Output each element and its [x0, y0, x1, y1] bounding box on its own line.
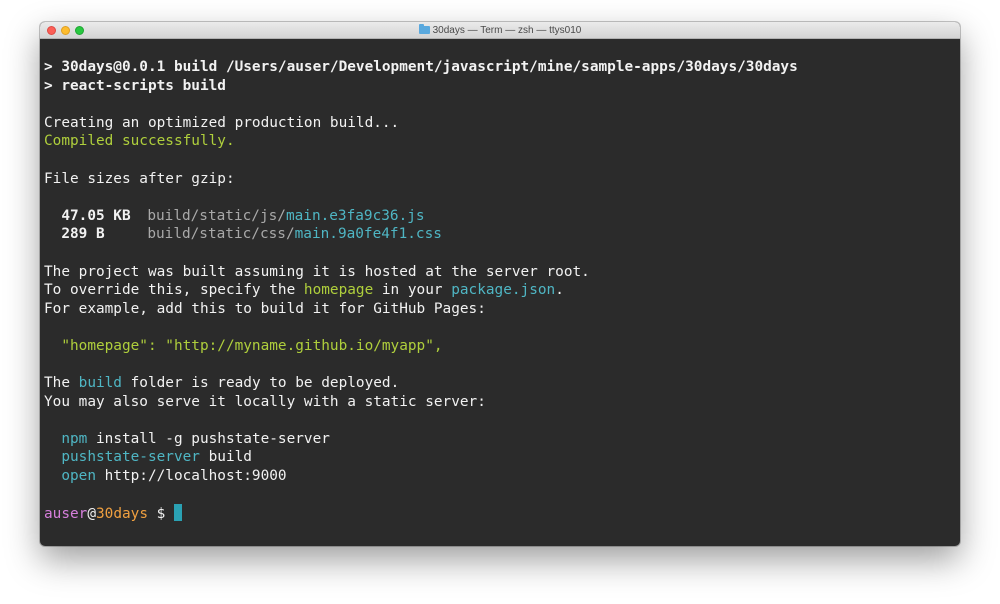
- shell-command: open: [61, 468, 96, 485]
- homepage-keyword: homepage: [303, 282, 374, 299]
- terminal-output[interactable]: > 30days@0.0.1 build /Users/auser/Develo…: [40, 39, 960, 523]
- shell-command-row: open http://localhost:9000: [44, 467, 960, 486]
- package-json-keyword: package.json: [451, 282, 556, 299]
- build-keyword: build: [78, 375, 122, 392]
- serve-line: You may also serve it locally with a sta…: [44, 393, 486, 410]
- example-line: For example, add this to build it for Gi…: [44, 300, 486, 317]
- window-title: 30days — Term — zsh — ttys010: [432, 25, 582, 36]
- file-dir: build/static/js/: [147, 207, 286, 224]
- prompt-symbol: $: [147, 506, 174, 523]
- file-size-row: 47.05 KB build/static/js/main.e3fa9c36.js: [44, 207, 960, 226]
- file-dir: build/static/css/: [147, 226, 295, 243]
- override-prefix: To override this, specify the: [44, 282, 304, 299]
- compiled-success-line: Compiled successfully.: [44, 133, 235, 150]
- title-bar[interactable]: 30days — Term — zsh — ttys010: [40, 22, 960, 39]
- shell-args: build: [199, 449, 252, 466]
- override-middle: in your: [373, 282, 452, 299]
- shell-args: install -g pushstate-server: [87, 430, 330, 447]
- json-separator: :: [147, 337, 166, 354]
- file-size-row: 289 B build/static/css/main.9a0fe4f1.css: [44, 225, 960, 244]
- terminal-window: 30days — Term — zsh — ttys010 > 30days@0…: [40, 22, 960, 546]
- shell-command-row: npm install -g pushstate-server: [44, 430, 960, 449]
- shell-prompt[interactable]: auser@30days $: [44, 504, 960, 523]
- prompt-at: @: [87, 506, 96, 523]
- override-suffix: .: [555, 282, 564, 299]
- file-name: main.9a0fe4f1.css: [294, 226, 442, 243]
- creating-build-line: Creating an optimized production build..…: [44, 114, 400, 131]
- homepage-json-line: "homepage": "http://myname.github.io/mya…: [44, 337, 960, 356]
- override-line: To override this, specify the homepage i…: [44, 281, 960, 300]
- shell-command-row: pushstate-server build: [44, 448, 960, 467]
- prompt-host: 30days: [96, 506, 148, 523]
- folder-icon: [418, 24, 430, 34]
- deploy-suffix: folder is ready to be deployed.: [121, 375, 400, 392]
- hosted-line: The project was built assuming it is hos…: [44, 263, 590, 280]
- file-size: 289 B: [61, 226, 105, 243]
- deploy-line: The build folder is ready to be deployed…: [44, 374, 960, 393]
- shell-command: pushstate-server: [61, 449, 200, 466]
- json-comma: ,: [433, 337, 443, 354]
- deploy-prefix: The: [44, 375, 79, 392]
- window-title-container: 30days — Term — zsh — ttys010: [40, 22, 960, 39]
- command-echo-line: > 30days@0.0.1 build /Users/auser/Develo…: [44, 59, 798, 75]
- file-name: main.e3fa9c36.js: [285, 207, 425, 224]
- json-key: "homepage": [61, 337, 148, 354]
- command-echo-line: > react-scripts build: [44, 77, 226, 94]
- shell-args: http://localhost:9000: [95, 468, 287, 485]
- json-value: "http://myname.github.io/myapp": [165, 337, 434, 354]
- shell-command: npm: [61, 430, 88, 447]
- file-size: 47.05 KB: [61, 207, 131, 224]
- text-cursor[interactable]: [173, 504, 182, 522]
- file-sizes-heading: File sizes after gzip:: [44, 170, 235, 187]
- prompt-user: auser: [44, 506, 88, 523]
